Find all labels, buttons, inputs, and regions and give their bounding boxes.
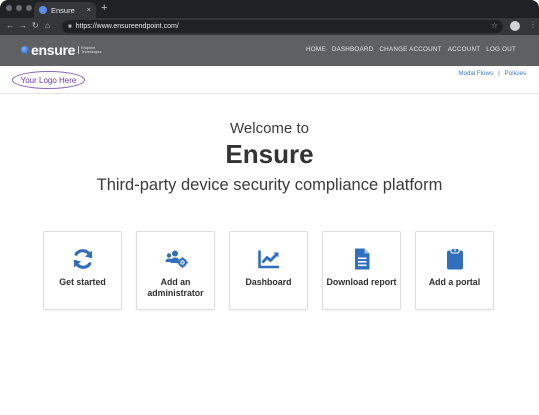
nav-dashboard[interactable]: DASHBOARD — [332, 46, 374, 53]
minimize-window-dot[interactable] — [16, 5, 22, 11]
window-controls — [6, 5, 32, 11]
dashboard-card[interactable]: Dashboard — [229, 231, 308, 310]
refresh-icon — [73, 249, 92, 269]
logo-text: ensure — [31, 42, 76, 58]
ensure-logo[interactable]: ensure Endpoint Technologies — [21, 42, 103, 58]
top-nav: HOME DASHBOARD CHANGE ACCOUNT ACCOUNT LO… — [306, 46, 516, 53]
lock-icon: ■ — [68, 23, 72, 30]
client-logo-placeholder[interactable]: Your Logo Here — [12, 71, 85, 89]
site-header: ensure Endpoint Technologies HOME DASHBO… — [0, 35, 539, 66]
welcome-text: Welcome to — [230, 120, 309, 137]
browser-window: Ensure × + ← → ↻ ⌂ ■ https://www.ensuree… — [0, 0, 539, 415]
address-bar: ← → ↻ ⌂ ■ https://www.ensureendpoint.com… — [0, 18, 539, 35]
home-icon[interactable]: ⌂ — [45, 21, 50, 30]
tagline: Third-party device security compliance p… — [96, 176, 443, 194]
get-started-card[interactable]: Get started — [43, 231, 122, 310]
brand-title: Ensure — [225, 139, 314, 169]
reload-icon[interactable]: ↻ — [32, 21, 39, 30]
url-field[interactable]: ■ https://www.ensureendpoint.com/ ☆ — [62, 20, 503, 33]
add-portal-card[interactable]: Add a portal — [415, 231, 494, 310]
document-icon — [354, 248, 369, 270]
url-text: https://www.ensureendpoint.com/ — [75, 23, 179, 30]
close-window-dot[interactable] — [6, 5, 12, 11]
card-label: Add an administrator — [147, 277, 204, 298]
users-gear-icon — [165, 250, 188, 268]
action-cards: Get started Add an administrator Dashboa… — [43, 231, 494, 310]
favicon-icon — [39, 6, 47, 14]
tab-bar: Ensure × + — [0, 0, 539, 18]
sub-header: Your Logo Here Modal Flows | Policies — [0, 66, 539, 94]
logo-subtext: Endpoint Technologies — [78, 46, 103, 54]
clipboard-icon — [446, 248, 463, 270]
card-label: Download report — [326, 277, 397, 287]
card-label: Add a portal — [428, 277, 481, 287]
nav-log-out[interactable]: LOG OUT — [486, 46, 516, 53]
nav-account[interactable]: ACCOUNT — [448, 46, 481, 53]
forward-icon[interactable]: → — [19, 21, 27, 30]
new-tab-icon[interactable]: + — [101, 2, 107, 14]
card-label: Dashboard — [245, 277, 292, 287]
hero-section: Welcome to Ensure Third-party device sec… — [0, 120, 539, 195]
nav-change-account[interactable]: CHANGE ACCOUNT — [379, 46, 441, 53]
bookmark-star-icon[interactable]: ☆ — [491, 21, 498, 30]
browser-menu-icon[interactable]: ⋮ — [529, 20, 537, 29]
link-separator: | — [498, 70, 500, 77]
download-report-card[interactable]: Download report — [322, 231, 401, 310]
logo-mark-icon — [21, 46, 29, 54]
chart-line-icon — [257, 250, 279, 269]
browser-tab[interactable]: Ensure × — [34, 2, 96, 18]
card-label: Get started — [59, 277, 106, 287]
profile-avatar-icon[interactable] — [510, 21, 520, 31]
add-administrator-card[interactable]: Add an administrator — [136, 231, 215, 310]
modal-flows-link[interactable]: Modal Flows — [458, 70, 493, 77]
tab-title: Ensure — [51, 5, 75, 15]
nav-home[interactable]: HOME — [306, 46, 326, 53]
back-icon[interactable]: ← — [6, 21, 14, 30]
sub-links: Modal Flows | Policies — [458, 70, 526, 77]
tab-close-icon[interactable]: × — [87, 5, 91, 14]
maximize-window-dot[interactable] — [26, 5, 32, 11]
policies-link[interactable]: Policies — [505, 70, 526, 77]
